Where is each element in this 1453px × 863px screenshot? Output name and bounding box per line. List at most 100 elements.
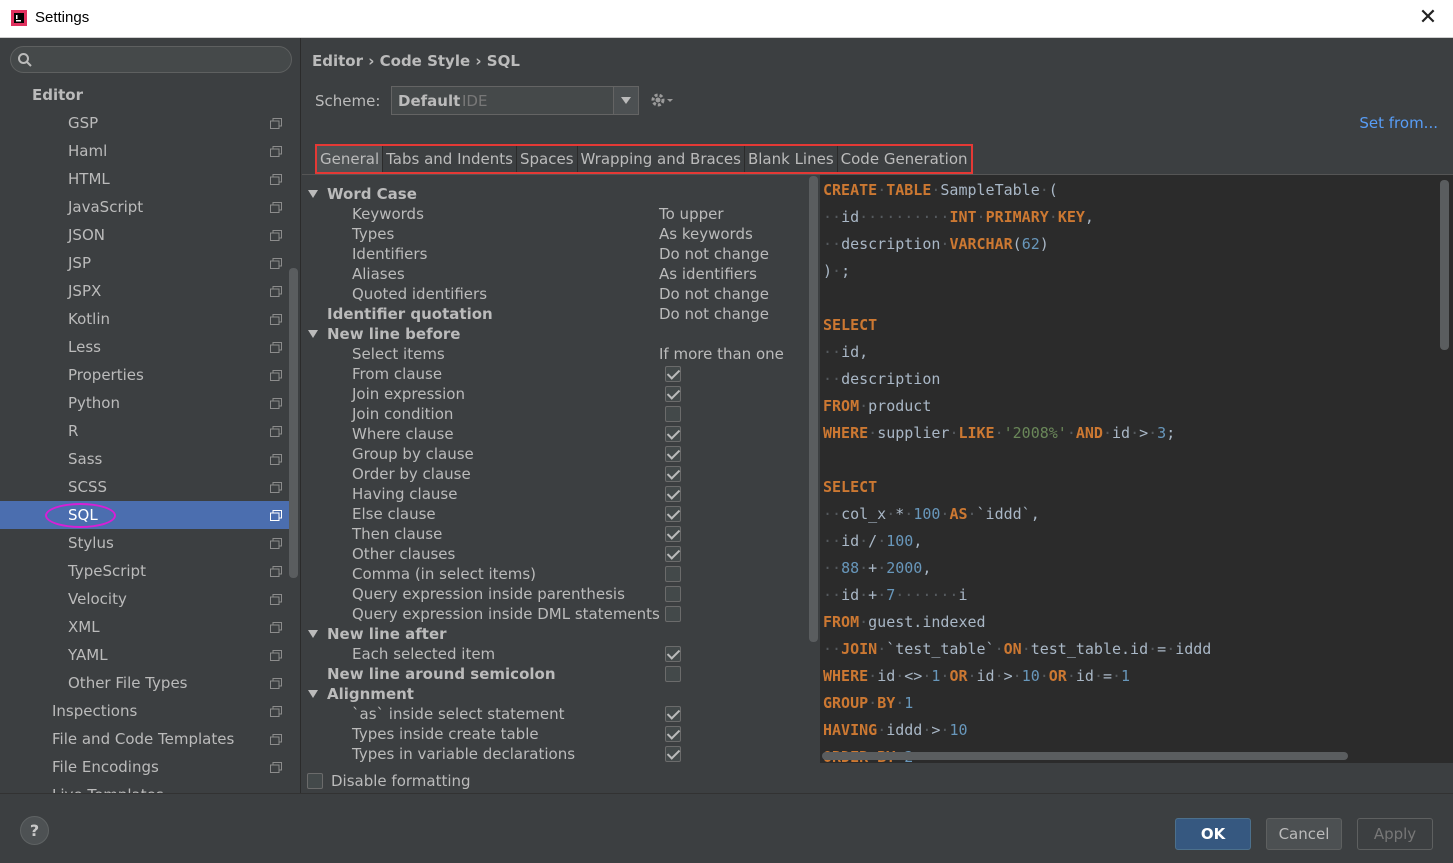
sidebar-item-gsp[interactable]: GSP	[0, 109, 289, 137]
sidebar-item-live-templates[interactable]: Live Templates	[0, 781, 289, 793]
option-then-clause[interactable]: Then clause	[302, 524, 807, 544]
option-value-dropdown[interactable]: Do not change	[659, 304, 769, 324]
option-checkbox[interactable]	[665, 426, 681, 442]
option-checkbox[interactable]	[665, 486, 681, 502]
expand-triangle-icon[interactable]	[308, 690, 318, 698]
option-checkbox[interactable]	[665, 586, 681, 602]
option-quoted-identifiers[interactable]: Quoted identifiers Do not change	[302, 284, 807, 304]
option-where-clause[interactable]: Where clause	[302, 424, 807, 444]
sidebar-item-sass[interactable]: Sass	[0, 445, 289, 473]
sidebar-item-scss[interactable]: SCSS	[0, 473, 289, 501]
option-new-line-after[interactable]: New line after	[302, 624, 807, 644]
sidebar-item-yaml[interactable]: YAML	[0, 641, 289, 669]
disable-formatting-checkbox[interactable]	[307, 773, 323, 789]
help-button[interactable]: ?	[20, 816, 49, 845]
tab-blank-lines[interactable]: Blank Lines	[744, 146, 838, 172]
sidebar-item-json[interactable]: JSON	[0, 221, 289, 249]
sidebar-item-sql[interactable]: SQL	[0, 501, 289, 529]
expand-triangle-icon[interactable]	[308, 330, 318, 338]
sidebar-item-kotlin[interactable]: Kotlin	[0, 305, 289, 333]
option-checkbox[interactable]	[665, 506, 681, 522]
option-join-expression[interactable]: Join expression	[302, 384, 807, 404]
sidebar-item-stylus[interactable]: Stylus	[0, 529, 289, 557]
option-value-dropdown[interactable]: Do not change	[659, 244, 769, 264]
sidebar-item-properties[interactable]: Properties	[0, 361, 289, 389]
option-checkbox[interactable]	[665, 406, 681, 422]
option-new-line-before[interactable]: New line before	[302, 324, 807, 344]
tab-tabs-and-indents[interactable]: Tabs and Indents	[383, 146, 517, 172]
option-new-line-around-semicolon[interactable]: New line around semicolon	[302, 664, 807, 684]
scheme-settings-button[interactable]	[650, 91, 674, 113]
option-value-dropdown[interactable]: To upper	[659, 204, 724, 224]
option-types-inside-create-table[interactable]: Types inside create table	[302, 724, 807, 744]
option-order-by-clause[interactable]: Order by clause	[302, 464, 807, 484]
tab-general[interactable]: General	[317, 146, 384, 172]
option-checkbox[interactable]	[665, 746, 681, 762]
sidebar-item-other-file-types[interactable]: Other File Types	[0, 669, 289, 697]
option-checkbox[interactable]	[665, 526, 681, 542]
code-preview[interactable]: CREATE·TABLE·SampleTable·(··id··········…	[820, 175, 1453, 763]
sidebar-item-jspx[interactable]: JSPX	[0, 277, 289, 305]
option-checkbox[interactable]	[665, 566, 681, 582]
option-checkbox[interactable]	[665, 646, 681, 662]
option-join-condition[interactable]: Join condition	[302, 404, 807, 424]
tab-code-generation[interactable]: Code Generation	[837, 146, 971, 172]
option-from-clause[interactable]: From clause	[302, 364, 807, 384]
option-keywords[interactable]: Keywords To upper	[302, 204, 807, 224]
option-checkbox[interactable]	[665, 606, 681, 622]
close-window-button[interactable]: ✕	[1413, 3, 1443, 33]
option-query-expression-inside-dml-statements[interactable]: Query expression inside DML statements	[302, 604, 807, 624]
option-alignment[interactable]: Alignment	[302, 684, 807, 704]
option-types[interactable]: Types As keywords	[302, 224, 807, 244]
option-value-dropdown[interactable]: As keywords	[659, 224, 753, 244]
sidebar-item-file-encodings[interactable]: File Encodings	[0, 753, 289, 781]
set-from-link[interactable]: Set from...	[1359, 114, 1438, 132]
option-checkbox[interactable]	[665, 546, 681, 562]
preview-horizontal-scrollbar[interactable]	[822, 752, 1348, 760]
sidebar-item-python[interactable]: Python	[0, 389, 289, 417]
ok-button[interactable]: OK	[1175, 818, 1251, 850]
option-value-dropdown[interactable]: If more than one	[659, 344, 784, 364]
option-checkbox[interactable]	[665, 386, 681, 402]
option-checkbox[interactable]	[665, 726, 681, 742]
sidebar-item-javascript[interactable]: JavaScript	[0, 193, 289, 221]
option-group-by-clause[interactable]: Group by clause	[302, 444, 807, 464]
option-select-items[interactable]: Select items If more than one	[302, 344, 807, 364]
expand-triangle-icon[interactable]	[308, 630, 318, 638]
option-value-dropdown[interactable]: Do not change	[659, 284, 769, 304]
option-identifier-quotation[interactable]: Identifier quotation Do not change	[302, 304, 807, 324]
scheme-dropdown-arrow[interactable]	[613, 87, 638, 114]
sidebar-item-jsp[interactable]: JSP	[0, 249, 289, 277]
options-scrollbar[interactable]	[809, 176, 818, 642]
option-checkbox[interactable]	[665, 446, 681, 462]
tab-spaces[interactable]: Spaces	[516, 146, 578, 172]
sidebar-scrollbar[interactable]	[289, 268, 298, 578]
option-checkbox[interactable]	[665, 366, 681, 382]
tab-wrapping-and-braces[interactable]: Wrapping and Braces	[577, 146, 745, 172]
option-else-clause[interactable]: Else clause	[302, 504, 807, 524]
apply-button[interactable]: Apply	[1357, 818, 1433, 850]
sidebar-item-xml[interactable]: XML	[0, 613, 289, 641]
settings-search-input[interactable]	[10, 46, 292, 73]
option-aliases[interactable]: Aliases As identifiers	[302, 264, 807, 284]
option-value-dropdown[interactable]: As identifiers	[659, 264, 757, 284]
option-query-expression-inside-parenthesis[interactable]: Query expression inside parenthesis	[302, 584, 807, 604]
preview-vertical-scrollbar[interactable]	[1440, 180, 1449, 350]
sidebar-item-html[interactable]: HTML	[0, 165, 289, 193]
sidebar-item-file-and-code-templates[interactable]: File and Code Templates	[0, 725, 289, 753]
option-comma-in-select-items[interactable]: Comma (in select items)	[302, 564, 807, 584]
option-checkbox[interactable]	[665, 466, 681, 482]
option-identifiers[interactable]: Identifiers Do not change	[302, 244, 807, 264]
sidebar-item-typescript[interactable]: TypeScript	[0, 557, 289, 585]
sidebar-item-less[interactable]: Less	[0, 333, 289, 361]
option-word-case[interactable]: Word Case	[302, 184, 807, 204]
sidebar-item-editor[interactable]: Editor	[0, 81, 289, 109]
expand-triangle-icon[interactable]	[308, 190, 318, 198]
option-checkbox[interactable]	[665, 666, 681, 682]
option-other-clauses[interactable]: Other clauses	[302, 544, 807, 564]
option-types-in-variable-declarations[interactable]: Types in variable declarations	[302, 744, 807, 764]
sidebar-item-inspections[interactable]: Inspections	[0, 697, 289, 725]
sidebar-item-haml[interactable]: Haml	[0, 137, 289, 165]
sidebar-item-velocity[interactable]: Velocity	[0, 585, 289, 613]
cancel-button[interactable]: Cancel	[1266, 818, 1342, 850]
